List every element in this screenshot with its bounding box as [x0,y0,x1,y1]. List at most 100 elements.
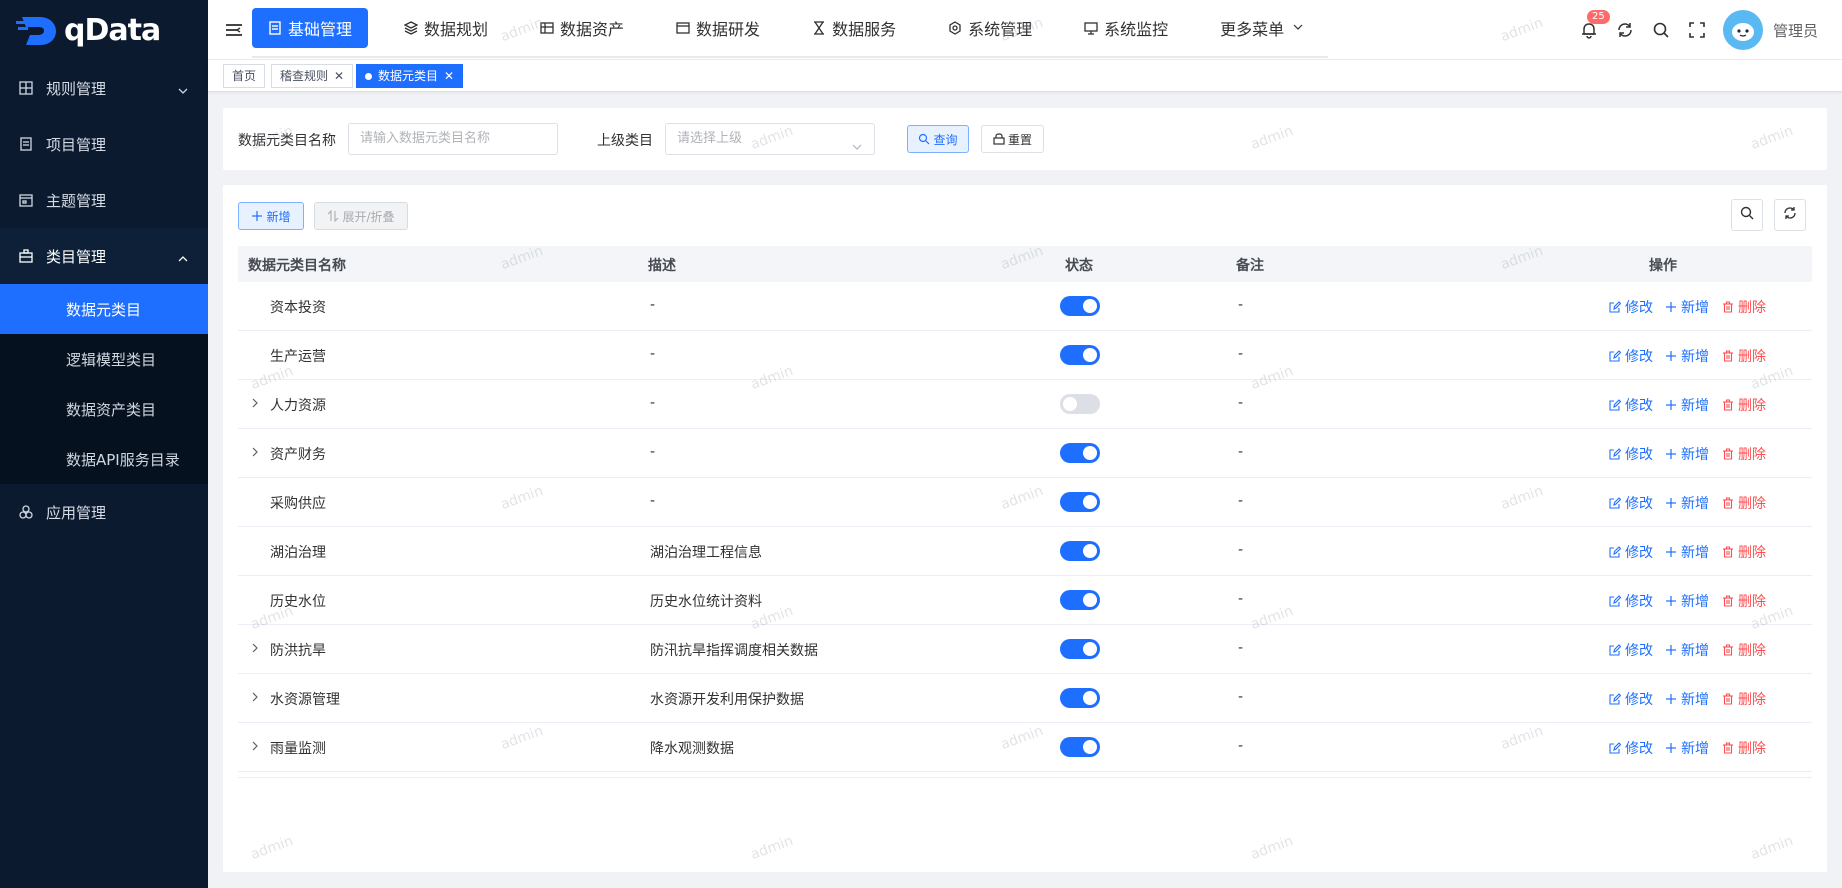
add-child-button[interactable]: 新增 [1665,493,1709,513]
sidebar-subitem-data-element-category[interactable]: 数据元类目 [0,284,208,334]
avatar[interactable] [1722,10,1763,50]
refresh-table-button[interactable] [1774,199,1806,231]
delete-button[interactable]: 删除 [1722,689,1766,709]
sidebar-subitem-logic-model-category[interactable]: 逻辑模型类目 [0,334,208,384]
sidebar-item-topics[interactable]: 主题管理 [0,172,208,228]
edit-button[interactable]: 修改 [1609,689,1653,709]
toggle-search-button[interactable] [1731,199,1763,231]
delete-button[interactable]: 删除 [1722,493,1766,513]
edit-button[interactable]: 修改 [1609,542,1653,562]
add-button[interactable]: 新增 [238,202,304,230]
add-child-button[interactable]: 新增 [1665,738,1709,758]
sidebar-subitem-data-asset-category[interactable]: 数据资产类目 [0,384,208,434]
edit-button[interactable]: 修改 [1609,444,1653,464]
edit-label: 修改 [1625,643,1653,659]
add-child-button[interactable]: 新增 [1665,542,1709,562]
logo[interactable]: qData [0,0,208,60]
add-child-button[interactable]: 新增 [1665,346,1709,366]
name-search-input[interactable]: 请输入数据元类目名称 [348,123,558,155]
add-child-button[interactable]: 新增 [1665,640,1709,660]
tag-home[interactable]: 首页 [223,64,266,88]
category-remark: - [1238,542,1244,558]
status-toggle[interactable] [1060,590,1100,610]
delete-button[interactable]: 删除 [1722,640,1766,660]
category-name: 雨量监测 [270,741,326,757]
sidebar-item-categories[interactable]: 类目管理 [0,228,208,284]
close-icon[interactable]: ✕ [334,65,344,87]
delete-button[interactable]: 删除 [1722,591,1766,611]
sidebar-item-apps[interactable]: 应用管理 [0,484,208,540]
category-description: - [650,493,656,509]
edit-button[interactable]: 修改 [1609,640,1653,660]
sidebar-subitem-api-service-catalog[interactable]: 数据API服务目录 [0,434,208,484]
edit-button[interactable]: 修改 [1609,738,1653,758]
chevron-right-icon[interactable] [250,641,260,653]
menu-toggle-icon[interactable] [224,20,244,40]
notification-badge: 25 [1586,10,1610,24]
nav-data-assets[interactable]: 数据资产 [524,8,640,48]
expand-collapse-button[interactable]: 展开/折叠 [314,202,408,230]
status-toggle[interactable] [1060,737,1100,757]
nav-system-monitor[interactable]: 系统监控 [1068,8,1184,48]
delete-button[interactable]: 删除 [1722,542,1766,562]
trash-icon [1722,742,1734,754]
nav-data-development[interactable]: 数据研发 [660,8,776,48]
add-label: 新增 [1681,545,1709,561]
status-toggle[interactable] [1060,639,1100,659]
add-child-button[interactable]: 新增 [1665,297,1709,317]
sidebar-item-label: 类目管理 [46,247,107,266]
status-toggle[interactable] [1060,492,1100,512]
add-child-button[interactable]: 新增 [1665,444,1709,464]
status-toggle[interactable] [1060,688,1100,708]
username[interactable]: 管理员 [1773,20,1818,41]
trash-icon [1722,399,1734,411]
top-bar: 基础管理 数据规划 数据资产 数据研发 数据服务 系统管理 系统监控 更多菜单 [208,0,1842,60]
close-icon[interactable]: ✕ [444,65,454,87]
nav-data-planning[interactable]: 数据规划 [388,8,504,48]
bell-icon[interactable]: 25 [1579,10,1610,40]
nav-system-management[interactable]: 系统管理 [932,8,1048,48]
edit-button[interactable]: 修改 [1609,591,1653,611]
refresh-icon[interactable] [1615,20,1635,40]
edit-button[interactable]: 修改 [1609,297,1653,317]
category-description: 水资源开发利用保护数据 [650,692,804,708]
sidebar-item-projects[interactable]: 项目管理 [0,116,208,172]
add-child-button[interactable]: 新增 [1665,591,1709,611]
status-toggle[interactable] [1060,443,1100,463]
edit-label: 修改 [1625,447,1653,463]
nav-basic-management[interactable]: 基础管理 [252,8,369,48]
chevron-right-icon[interactable] [250,445,260,457]
chevron-right-icon[interactable] [250,690,260,702]
search-icon[interactable] [1651,20,1671,40]
reset-button[interactable]: 重置 [981,125,1044,153]
parent-category-select[interactable]: 请选择上级 [665,123,875,155]
delete-button[interactable]: 删除 [1722,444,1766,464]
fullscreen-icon[interactable] [1687,20,1707,40]
query-button[interactable]: 查询 [907,125,969,153]
add-child-button[interactable]: 新增 [1665,689,1709,709]
chevron-right-icon[interactable] [250,396,260,408]
delete-button[interactable]: 删除 [1722,395,1766,415]
delete-label: 删除 [1738,643,1766,659]
edit-button[interactable]: 修改 [1609,346,1653,366]
nav-more-menu[interactable]: 更多菜单 [1204,8,1322,48]
status-toggle[interactable] [1060,345,1100,365]
tag-audit-rules[interactable]: 稽查规则 ✕ [271,64,354,88]
sidebar-item-rules[interactable]: 规则管理 [0,60,208,116]
edit-button[interactable]: 修改 [1609,493,1653,513]
delete-button[interactable]: 删除 [1722,346,1766,366]
status-toggle[interactable] [1060,394,1100,414]
edit-icon [1609,595,1621,607]
tag-data-element-category[interactable]: 数据元类目 ✕ [356,64,464,88]
chevron-right-icon[interactable] [250,739,260,751]
reset-button-label: 重置 [1007,132,1032,147]
status-toggle[interactable] [1060,296,1100,316]
delete-button[interactable]: 删除 [1722,738,1766,758]
status-toggle[interactable] [1060,541,1100,561]
edit-button[interactable]: 修改 [1609,395,1653,415]
add-child-button[interactable]: 新增 [1665,395,1709,415]
plus-icon [1665,644,1677,656]
edit-icon [1609,644,1621,656]
delete-button[interactable]: 删除 [1722,297,1766,317]
nav-data-services[interactable]: 数据服务 [796,8,912,48]
